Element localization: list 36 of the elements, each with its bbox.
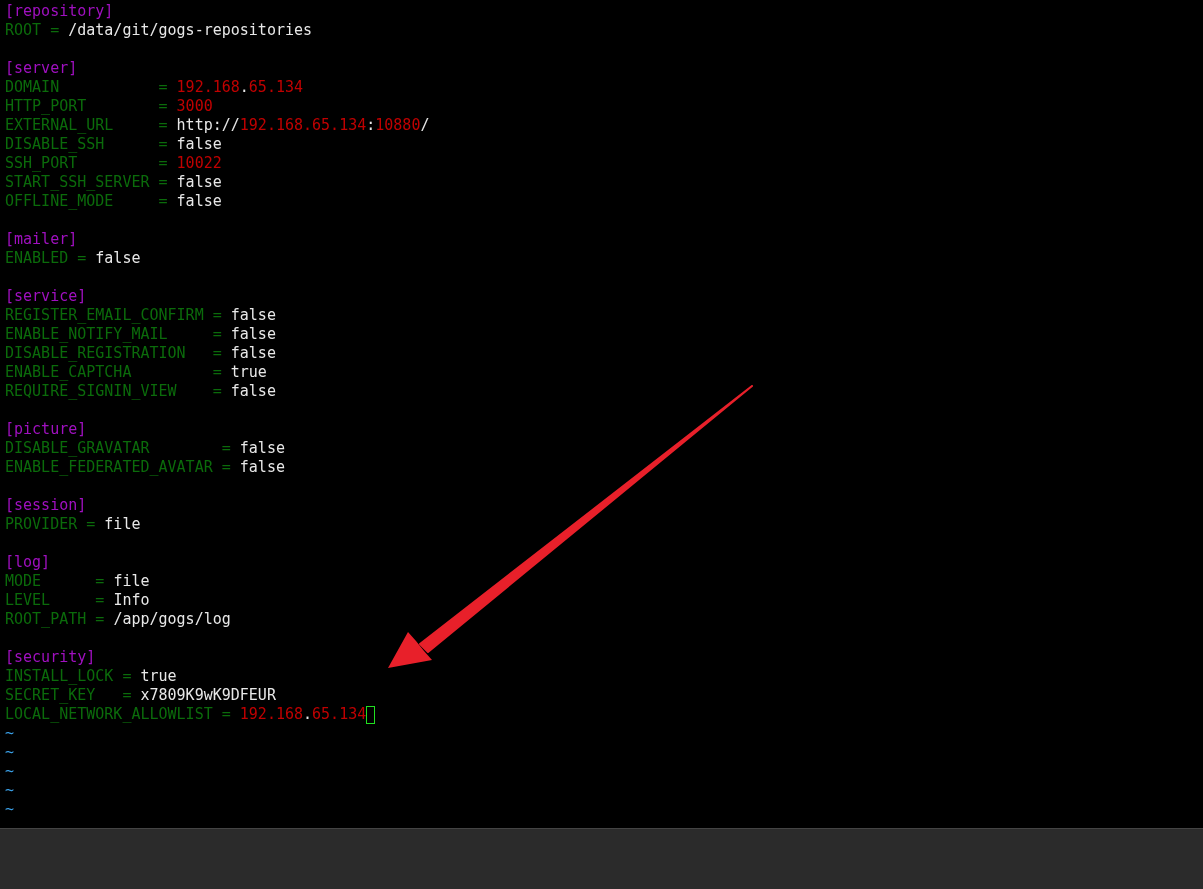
- code-line: ENABLE_NOTIFY_MAIL = false: [5, 325, 276, 344]
- code-line: ENABLE_CAPTCHA = true: [5, 363, 267, 382]
- code-line: ROOT_PATH = /app/gogs/log: [5, 610, 231, 629]
- code-line: LOCAL_NETWORK_ALLOWLIST = 192.168.65.134: [5, 705, 367, 724]
- code-line: REGISTER_EMAIL_CONFIRM = false: [5, 306, 276, 325]
- empty-line-marker: ~: [5, 743, 15, 762]
- code-line: MODE = file: [5, 572, 150, 591]
- empty-line-marker: ~: [5, 762, 15, 781]
- code-line: ENABLED = false: [5, 249, 141, 268]
- code-line: INSTALL_LOCK = true: [5, 667, 177, 686]
- code-line: [security]: [5, 648, 96, 667]
- code-line: PROVIDER = file: [5, 515, 141, 534]
- code-line: EXTERNAL_URL = http://192.168.65.134:10880/: [5, 116, 430, 135]
- code-line: SECRET_KEY = x7809K9wK9DFEUR: [5, 686, 276, 705]
- code-line: HTTP_PORT = 3000: [5, 97, 213, 116]
- empty-line-marker: ~: [5, 781, 15, 800]
- code-line: [picture]: [5, 420, 87, 439]
- empty-line-marker: ~: [5, 800, 15, 819]
- code-line: ROOT = /data/git/gogs-repositories: [5, 21, 313, 40]
- empty-line-marker: ~: [5, 724, 15, 743]
- code-line: DISABLE_REGISTRATION = false: [5, 344, 276, 363]
- code-line: SSH_PORT = 10022: [5, 154, 222, 173]
- code-line: [service]: [5, 287, 87, 306]
- code-line: DISABLE_GRAVATAR = false: [5, 439, 285, 458]
- code-line: DOMAIN = 192.168.65.134: [5, 78, 304, 97]
- code-line: OFFLINE_MODE = false: [5, 192, 222, 211]
- code-line: REQUIRE_SIGNIN_VIEW = false: [5, 382, 276, 401]
- code-line: [mailer]: [5, 230, 78, 249]
- code-line: LEVEL = Info: [5, 591, 150, 610]
- code-line: [repository]: [5, 2, 114, 21]
- code-line: [session]: [5, 496, 87, 515]
- code-line: START_SSH_SERVER = false: [5, 173, 222, 192]
- code-line: ENABLE_FEDERATED_AVATAR = false: [5, 458, 285, 477]
- code-line: DISABLE_SSH = false: [5, 135, 222, 154]
- code-line: [log]: [5, 553, 51, 572]
- code-line: [server]: [5, 59, 78, 78]
